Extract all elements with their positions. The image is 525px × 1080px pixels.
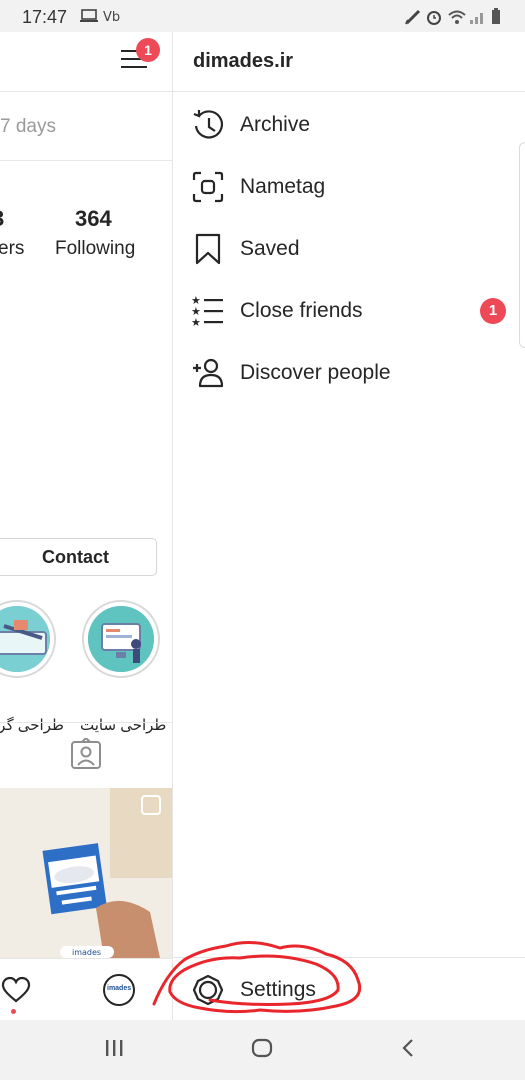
menu-item-label: Nametag — [240, 175, 326, 198]
profile-avatar[interactable]: imades — [103, 974, 135, 1006]
highlight-web-illustration — [88, 606, 154, 672]
divider — [0, 160, 172, 161]
svg-text:★: ★ — [191, 316, 201, 328]
menu-item-label: Saved — [240, 237, 300, 260]
followers-label-fragment[interactable]: ers — [0, 238, 24, 260]
bookmark-icon — [195, 233, 221, 265]
followers-count-fragment: 3 — [0, 206, 4, 232]
battery-icon — [492, 8, 500, 24]
close-friends-list-icon: ★ ★ ★ — [191, 294, 223, 328]
menu-item-label: Discover people — [240, 361, 391, 384]
highlight-graphic-design[interactable] — [0, 600, 56, 678]
contact-button[interactable]: Contact — [0, 538, 157, 576]
highlight-graphic-image — [0, 606, 50, 672]
back-icon[interactable] — [398, 1036, 418, 1060]
menu-item-discover-people[interactable]: Discover people — [173, 342, 525, 404]
voicemail-icon: Vb — [103, 10, 120, 24]
following-count[interactable]: 364 — [75, 206, 112, 232]
highlight-web-label: طراحی سایت — [80, 717, 167, 734]
bottom-navigation: imades — [0, 958, 172, 1020]
laptop-icon — [80, 9, 98, 22]
archive-clock-icon — [193, 110, 223, 139]
menu-item-saved[interactable]: Saved — [173, 218, 525, 280]
close-friends-badge: 1 — [480, 298, 506, 324]
signal-icon — [470, 13, 483, 24]
edit-icon — [405, 9, 421, 25]
profile-background-pane: 1 7 days 3 ers 364 Following Contact طرا… — [0, 32, 172, 1020]
settings-button[interactable]: Settings — [173, 957, 525, 1020]
svg-text:Vb: Vb — [103, 10, 120, 24]
settings-gear-icon — [192, 974, 224, 1006]
system-navigation-bar — [0, 1020, 525, 1080]
status-time: 17:47 — [22, 7, 68, 27]
divider — [0, 722, 172, 723]
post-watermark-text: imades — [72, 948, 101, 957]
alarm-icon — [427, 11, 441, 25]
post-thumbnail[interactable]: imades — [0, 788, 172, 958]
notification-badge: 1 — [136, 38, 160, 62]
highlight-graphic-label: طراحی گرا — [0, 717, 64, 734]
profile-header: 1 — [0, 32, 172, 92]
menu-item-archive[interactable]: Archive — [173, 94, 525, 156]
status-bar: 17:47 Vb — [0, 0, 525, 32]
menu-item-label: Archive — [240, 113, 311, 136]
nametag-scan-icon — [192, 171, 224, 203]
add-person-icon — [193, 358, 224, 388]
side-drawer-menu: dimades.ir Archive Nametag Saved ★ ★ ★ C… — [172, 32, 525, 1020]
highlight-web-design[interactable] — [82, 600, 160, 678]
highlight-graphic-illustration — [0, 606, 50, 672]
avatar-logo-text: imades — [107, 985, 132, 992]
drawer-username: dimades.ir — [193, 50, 294, 72]
home-icon[interactable] — [250, 1036, 274, 1060]
activity-dot — [11, 1009, 16, 1014]
menu-item-close-friends[interactable]: ★ ★ ★ Close friends 1 — [173, 280, 525, 342]
settings-label: Settings — [240, 978, 316, 1001]
following-label[interactable]: Following — [55, 238, 135, 260]
menu-item-label: Close friends — [240, 299, 363, 322]
post-image: imades — [0, 788, 172, 958]
drawer-header: dimades.ir — [173, 32, 525, 92]
menu-item-nametag[interactable]: Nametag — [173, 156, 525, 218]
wifi-icon — [448, 10, 466, 24]
tagged-posts-icon[interactable] — [70, 738, 102, 770]
drawer-edge-handle[interactable] — [519, 142, 525, 348]
recent-apps-icon[interactable] — [104, 1036, 126, 1060]
days-text: 7 days — [0, 116, 56, 137]
activity-heart-icon[interactable] — [1, 976, 31, 1004]
highlight-web-image — [88, 606, 154, 672]
